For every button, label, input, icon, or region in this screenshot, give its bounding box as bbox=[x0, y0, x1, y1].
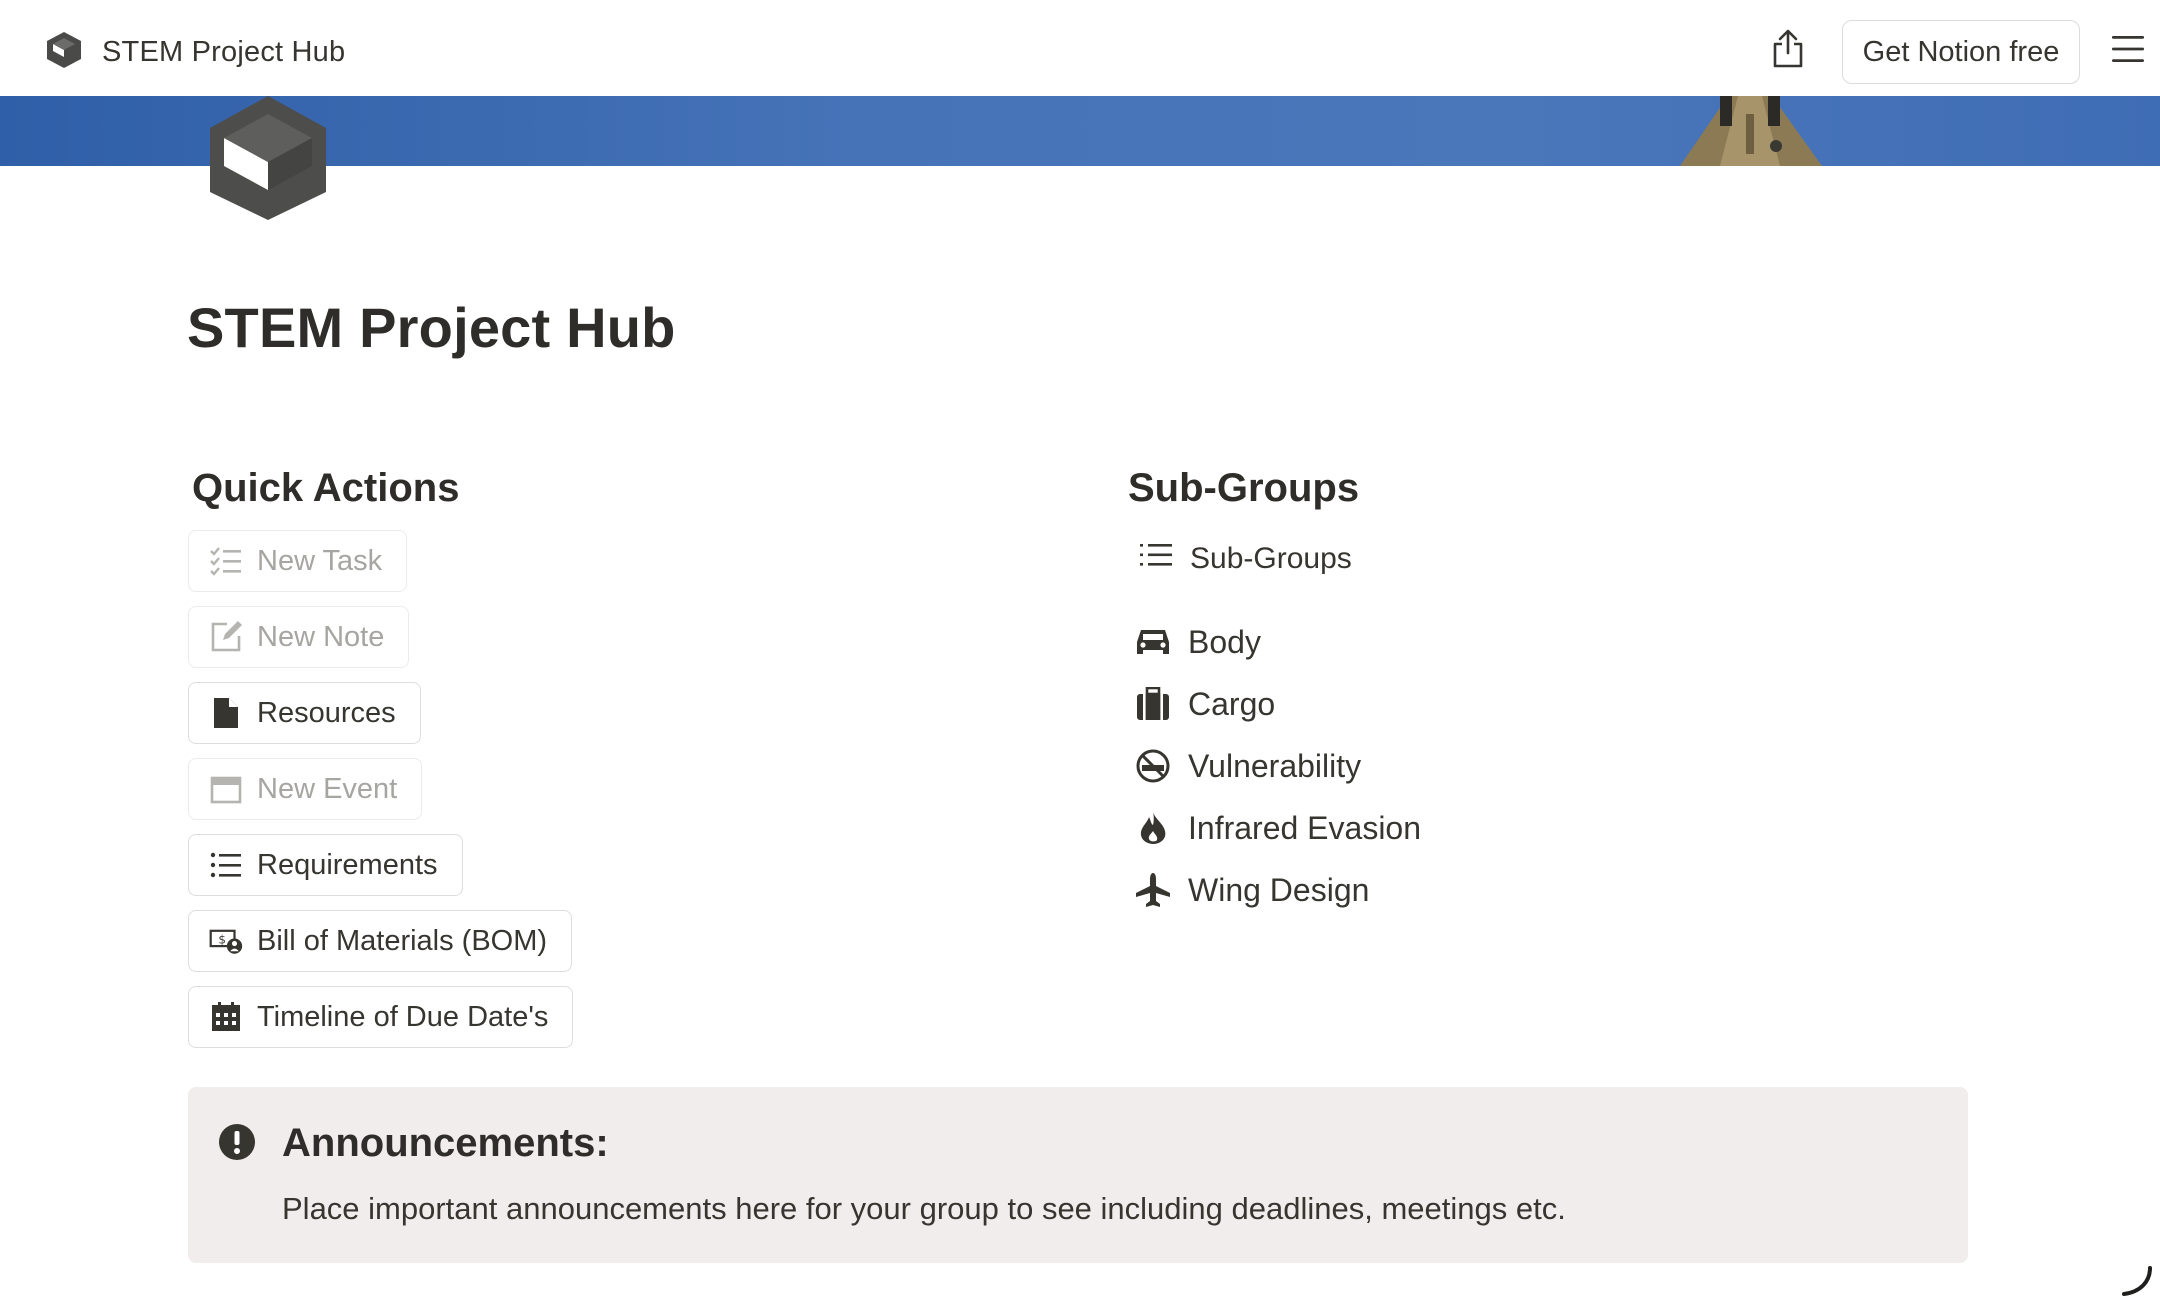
resources-button[interactable]: Resources bbox=[188, 682, 421, 744]
page-cube-icon[interactable] bbox=[196, 92, 340, 224]
flame-icon bbox=[1134, 809, 1172, 847]
sub-group-label: Wing Design bbox=[1188, 871, 1370, 908]
get-notion-free-button[interactable]: Get Notion free bbox=[1842, 20, 2080, 84]
share-button[interactable] bbox=[1768, 28, 1808, 70]
sub-group-vulnerability[interactable]: Vulnerability bbox=[1134, 747, 1361, 785]
document-icon bbox=[209, 696, 243, 730]
announcements-title: Announcements: bbox=[282, 1121, 609, 1165]
bom-label: Bill of Materials (BOM) bbox=[257, 924, 548, 957]
list-view-icon bbox=[1140, 542, 1172, 576]
sub-groups-view-label: Sub-Groups bbox=[1190, 542, 1352, 575]
sub-group-wing-design[interactable]: Wing Design bbox=[1134, 871, 1369, 909]
list-icon bbox=[209, 848, 243, 882]
new-task-button[interactable]: New Task bbox=[188, 530, 408, 592]
requirements-button[interactable]: Requirements bbox=[188, 834, 463, 896]
svg-text:$: $ bbox=[218, 933, 226, 947]
sub-groups-heading: Sub-Groups bbox=[1128, 466, 1360, 510]
timeline-button[interactable]: Timeline of Due Date's bbox=[188, 986, 574, 1048]
bom-button[interactable]: $ Bill of Materials (BOM) bbox=[188, 910, 573, 972]
new-note-label: New Note bbox=[257, 620, 385, 653]
sub-group-infrared-evasion[interactable]: Infrared Evasion bbox=[1134, 809, 1421, 847]
money-icon: $ bbox=[209, 924, 243, 958]
checklist-icon bbox=[209, 544, 243, 578]
requirements-label: Requirements bbox=[257, 848, 438, 881]
aircraft-cover-graphic bbox=[1680, 96, 1822, 166]
announcements-body: Place important announcements here for y… bbox=[282, 1191, 1566, 1226]
calendar-icon bbox=[209, 772, 243, 806]
no-smoking-icon bbox=[1134, 747, 1172, 785]
quick-actions-heading: Quick Actions bbox=[192, 466, 460, 510]
airplane-icon bbox=[1134, 871, 1172, 909]
hamburger-menu-icon bbox=[2112, 36, 2144, 62]
new-note-button[interactable]: New Note bbox=[188, 606, 410, 668]
announcements-callout: Announcements: Place important announcem… bbox=[188, 1087, 1968, 1263]
loading-spinner-icon bbox=[2122, 1266, 2152, 1296]
luggage-icon bbox=[1134, 685, 1172, 723]
calendar-grid-icon bbox=[209, 1000, 243, 1034]
sub-group-body[interactable]: Body bbox=[1134, 623, 1261, 661]
car-icon bbox=[1134, 623, 1172, 661]
page-title: STEM Project Hub bbox=[187, 296, 676, 359]
share-icon bbox=[1773, 29, 1803, 68]
sub-groups-list-view[interactable]: Sub-Groups bbox=[1140, 542, 1352, 576]
breadcrumb-title: STEM Project Hub bbox=[102, 36, 346, 68]
new-event-button[interactable]: New Event bbox=[188, 758, 423, 820]
sub-group-cargo[interactable]: Cargo bbox=[1134, 685, 1275, 723]
cube-logo-icon bbox=[44, 30, 84, 75]
sub-group-label: Body bbox=[1188, 623, 1261, 660]
breadcrumb[interactable]: STEM Project Hub bbox=[44, 30, 345, 75]
exclamation-circle-icon bbox=[218, 1123, 256, 1161]
sub-group-label: Cargo bbox=[1188, 685, 1276, 722]
sub-group-label: Vulnerability bbox=[1188, 747, 1362, 784]
top-bar: STEM Project Hub Get Notion free bbox=[0, 0, 2160, 96]
new-task-label: New Task bbox=[257, 544, 383, 577]
edit-icon bbox=[209, 620, 243, 654]
timeline-label: Timeline of Due Date's bbox=[257, 1000, 549, 1033]
resources-label: Resources bbox=[257, 696, 396, 729]
sub-group-label: Infrared Evasion bbox=[1188, 809, 1422, 846]
menu-button[interactable] bbox=[2110, 33, 2146, 65]
new-event-label: New Event bbox=[257, 772, 398, 805]
